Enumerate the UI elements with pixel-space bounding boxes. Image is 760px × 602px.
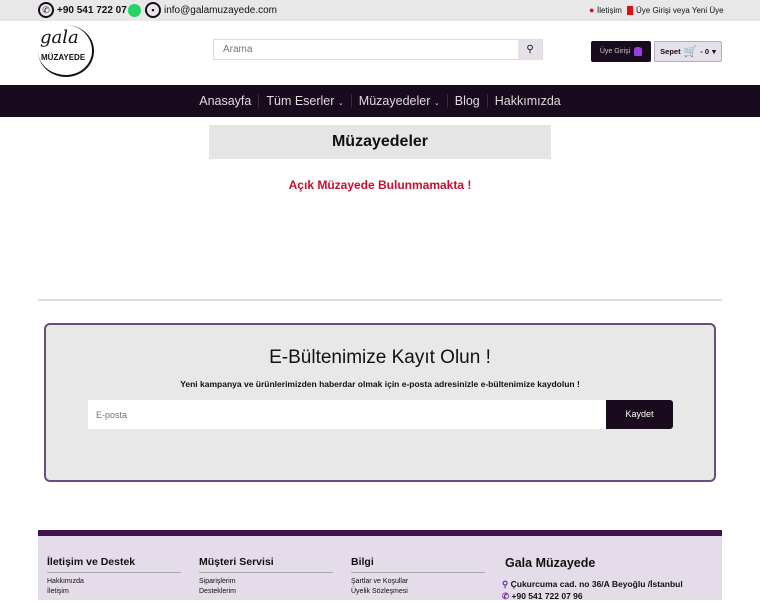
location-icon: ⚲ bbox=[502, 579, 509, 589]
phone-icon: ✆ bbox=[38, 2, 54, 18]
main-nav: Anasayfa Tüm Eserler ⌄ Müzayedeler ⌄ Blo… bbox=[0, 85, 760, 117]
cart-button[interactable]: Sepet 🛒 - 0 ▾ bbox=[654, 41, 722, 62]
search-icon: ⚲ bbox=[526, 44, 534, 55]
footer-column: Müşteri Servisi Siparişlerim Desteklerim bbox=[199, 556, 333, 595]
page-title: Müzayedeler bbox=[209, 125, 551, 159]
logo[interactable]: gala MÜZAYEDE bbox=[38, 25, 94, 77]
footer-link[interactable]: Üyelik Sözleşmesi bbox=[351, 588, 485, 595]
cart-count: - 0 bbox=[700, 47, 710, 56]
newsletter-subtitle: Yeni kampanya ve ürünlerimizden haberdar… bbox=[180, 379, 580, 389]
top-bar: ✆ +90 541 722 07 96 ▪ info@galamuzayede.… bbox=[0, 0, 760, 21]
footer-company-name: Gala Müzayede bbox=[505, 556, 596, 570]
cart-icon: 🛒 bbox=[683, 46, 698, 58]
divider bbox=[38, 299, 722, 301]
email-icon: ▪ bbox=[145, 2, 161, 18]
footer-column-title: Bilgi bbox=[351, 556, 485, 573]
nav-label: Müzayedeler bbox=[358, 94, 431, 108]
footer-link[interactable]: Desteklerim bbox=[199, 588, 333, 595]
top-email[interactable]: info@galamuzayede.com bbox=[164, 5, 277, 16]
footer-column: İletişim ve Destek Hakkımızda İletişim bbox=[47, 556, 181, 595]
nav-blog[interactable]: Blog bbox=[446, 94, 487, 108]
newsletter-title: E-Bültenimize Kayıt Olun ! bbox=[269, 347, 491, 368]
whatsapp-icon[interactable] bbox=[128, 4, 141, 17]
search-input[interactable] bbox=[214, 40, 518, 59]
footer-link[interactable]: Hakkımızda bbox=[47, 578, 181, 585]
nav-hakkimizda[interactable]: Hakkımızda bbox=[486, 94, 568, 108]
newsletter-submit-button[interactable]: Kaydet bbox=[606, 400, 673, 429]
chevron-down-icon: ⌄ bbox=[337, 100, 344, 107]
nav-label: Tüm Eserler bbox=[266, 94, 335, 108]
login-button-label: Üye Girişi bbox=[599, 48, 631, 55]
footer-link[interactable]: İletişim bbox=[47, 588, 181, 595]
search-button[interactable]: ⚲ bbox=[518, 40, 542, 59]
footer: İletişim ve Destek Hakkımızda İletişim M… bbox=[38, 536, 722, 601]
nav-anasayfa[interactable]: Anasayfa bbox=[192, 94, 258, 108]
newsletter-box: E-Bültenimize Kayıt Olun ! Yeni kampanya… bbox=[44, 323, 716, 482]
nav-tum-eserler[interactable]: Tüm Eserler ⌄ bbox=[258, 94, 350, 108]
user-icon bbox=[634, 47, 643, 56]
footer-address: Çukurcuma cad. no 36/A Beyoğlu /İstanbul bbox=[510, 579, 683, 589]
footer-link[interactable]: Şartlar ve Koşullar bbox=[351, 578, 485, 585]
user-icon bbox=[627, 6, 633, 15]
top-contact-link[interactable]: İletişim bbox=[597, 6, 622, 15]
footer-link[interactable]: Siparişlerim bbox=[199, 578, 333, 585]
chevron-down-icon: ▾ bbox=[712, 47, 716, 56]
footer-column-title: İletişim ve Destek bbox=[47, 556, 181, 573]
footer-column: Bilgi Şartlar ve Koşullar Üyelik Sözleşm… bbox=[351, 556, 485, 595]
empty-message: Açık Müzayede Bulunmamakta ! bbox=[288, 178, 472, 192]
newsletter-email-input[interactable] bbox=[88, 400, 608, 429]
location-icon: ● bbox=[589, 5, 595, 15]
login-button[interactable]: Üye Girişi bbox=[591, 41, 651, 62]
chevron-down-icon: ⌄ bbox=[433, 100, 440, 107]
cart-label: Sepet bbox=[660, 47, 681, 56]
top-login-link[interactable]: Üye Girişi veya Yeni Üye bbox=[636, 6, 724, 15]
search-bar: ⚲ bbox=[213, 39, 543, 60]
footer-column-title: Müşteri Servisi bbox=[199, 556, 333, 573]
nav-muzayedeler[interactable]: Müzayedeler ⌄ bbox=[350, 94, 447, 108]
